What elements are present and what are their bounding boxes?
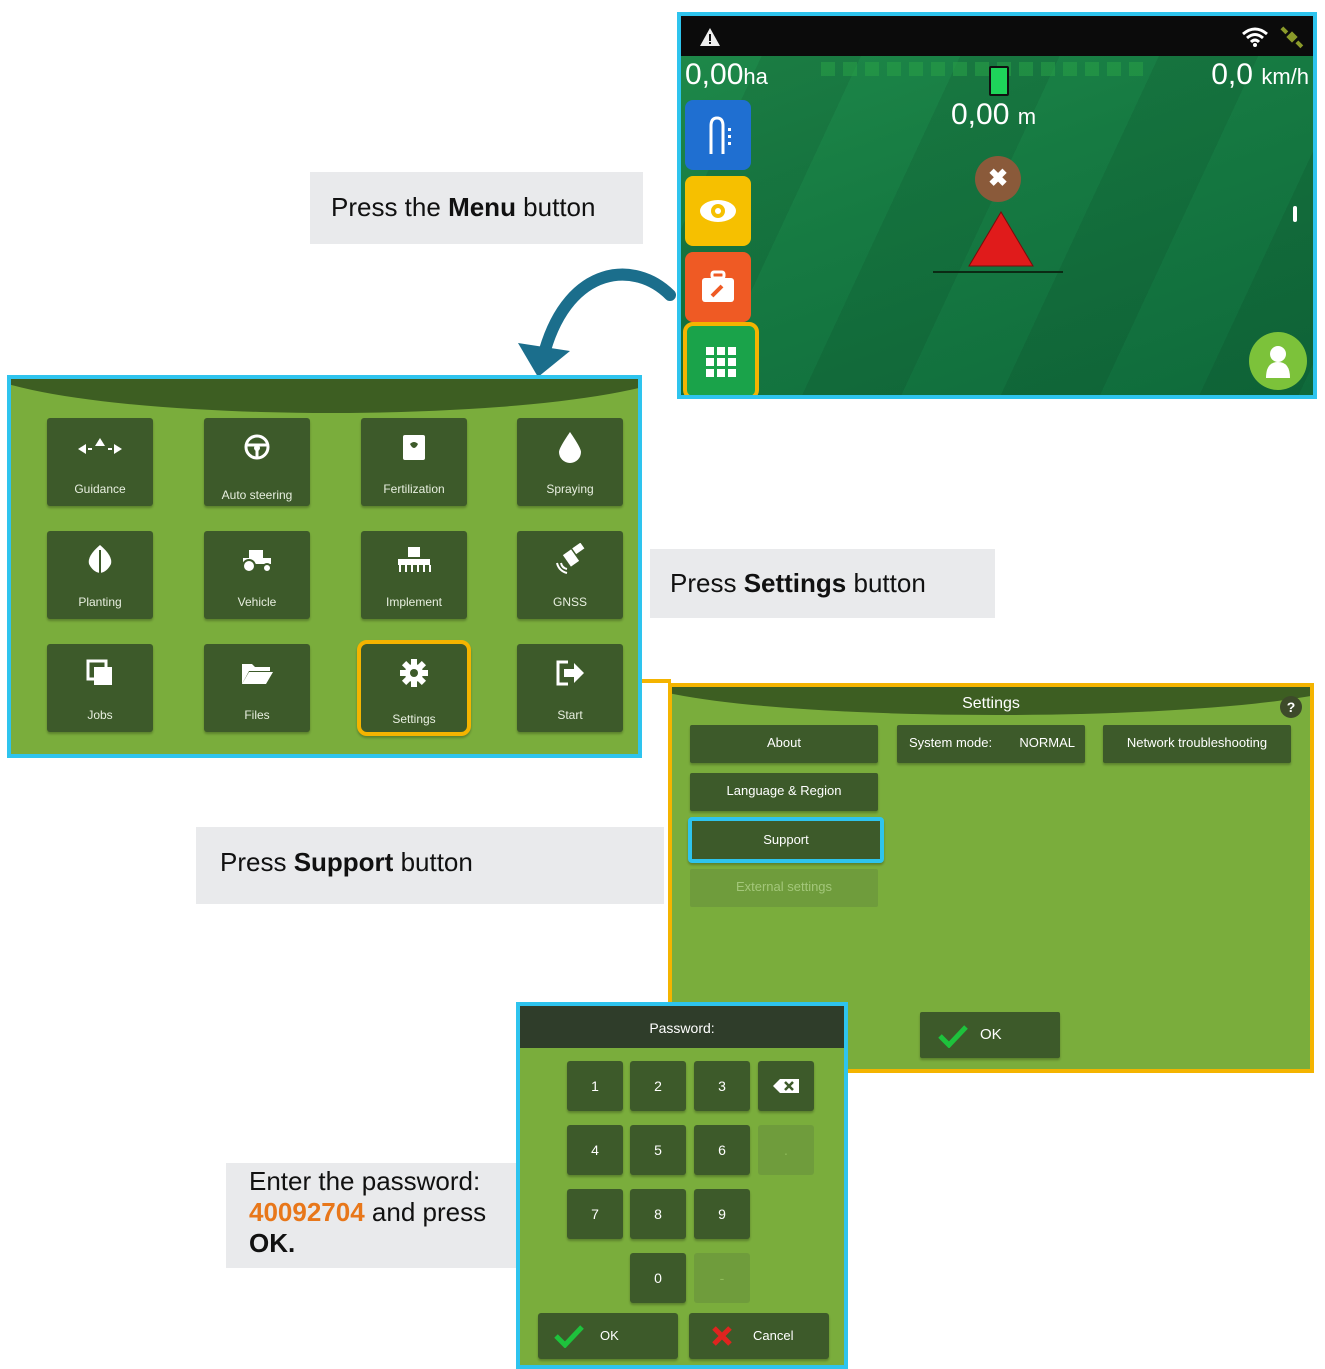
password-cancel-button[interactable]: Cancel [689,1313,829,1359]
menu-tile-start[interactable]: Start [517,644,623,732]
folder-icon [242,664,273,684]
steering-wheel-icon [244,434,270,460]
cross-icon [712,1326,732,1346]
satellite-icon [556,543,585,574]
callout-password: Enter the password: 40092704 and press O… [226,1163,518,1268]
key-3[interactable]: 3 [694,1061,750,1111]
guidance-line [933,271,1063,273]
distance-readout: 0,00 m [951,98,1037,131]
menu-tile-vehicle[interactable]: Vehicle [204,531,310,619]
key-6[interactable]: 6 [694,1125,750,1175]
backspace-key[interactable] [758,1061,814,1111]
curved-arrow-icon [518,268,676,377]
warning-icon[interactable] [699,27,721,47]
speed-readout: 0,0 km/h [1211,58,1309,91]
key-5[interactable]: 5 [630,1125,686,1175]
callout-menu: Press the Menu button [310,172,643,244]
menu-tile-gnss[interactable]: GNSS [517,531,623,619]
menu-button[interactable] [683,322,759,395]
callout-support: Press Support button [196,827,664,904]
grid-icon [706,347,736,377]
tools-button[interactable] [685,252,751,322]
about-button[interactable]: About [690,725,878,763]
guidance-arrows-icon [78,438,122,454]
satellite-status-icon [1280,26,1304,49]
jobs-icon [86,659,112,685]
tractor-icon [242,550,272,573]
guidance-screen: 0,00ha 0,0 km/h 0,00 m ✖ [677,12,1317,399]
exit-icon [556,660,584,686]
fertilizer-bag-icon [403,435,425,460]
menu-tile-spraying[interactable]: Spraying [517,418,623,506]
user-button[interactable] [1249,332,1307,390]
external-settings-button: External settings [690,869,878,907]
support-button[interactable]: Support [688,817,884,863]
status-bar [681,16,1313,56]
key-7[interactable]: 7 [567,1189,623,1239]
vehicle-marker-icon [968,211,1034,267]
menu-tile-planting[interactable]: Planting [47,531,153,619]
lightbar [821,62,1151,76]
password-ok-button[interactable]: OK [538,1313,678,1359]
menu-header-arc [11,379,638,413]
area-readout: 0,00ha [685,58,768,91]
lightbar-center [989,66,1009,96]
password-title: Password: [649,1020,715,1036]
menu-tile-files[interactable]: Files [204,644,310,732]
key-8[interactable]: 8 [630,1189,686,1239]
backspace-icon [773,1079,799,1093]
key-0[interactable]: 0 [630,1253,686,1303]
wifi-icon [1242,27,1268,47]
menu-tile-jobs[interactable]: Jobs [47,644,153,732]
menu-tile-auto-steering[interactable]: Auto steering [204,418,310,506]
key-minus: - [694,1253,750,1303]
menu-tile-guidance[interactable]: Guidance [47,418,153,506]
user-icon [1266,346,1290,378]
settings-ok-button[interactable]: OK [920,1012,1060,1058]
implement-icon [398,547,431,572]
clear-button[interactable]: ✖ [975,156,1021,202]
key-dot: . [758,1125,814,1175]
key-1[interactable]: 1 [567,1061,623,1111]
gear-icon [400,659,428,687]
menu-tile-fertilization[interactable]: Fertilization [361,418,467,506]
language-region-button[interactable]: Language & Region [690,773,878,811]
password-code: 40092704 [249,1197,365,1227]
toolbox-icon [702,270,734,302]
network-troubleshooting-button[interactable]: Network troubleshooting [1103,725,1291,763]
key-2[interactable]: 2 [630,1061,686,1111]
u-turn-icon [709,116,731,154]
view-button[interactable] [685,176,751,246]
settings-title: Settings [962,695,1020,712]
main-menu-panel: Guidance Auto steering Fertilization Spr… [7,375,642,758]
callout-settings: Press Settings button [650,549,995,618]
checkmark-icon [938,1025,968,1048]
eye-icon [700,200,736,222]
edge-marker [1293,206,1297,222]
menu-tile-settings[interactable]: Settings [357,640,471,736]
checkmark-icon [554,1325,584,1348]
help-button[interactable]: ? [1280,696,1302,718]
key-4[interactable]: 4 [567,1125,623,1175]
leaf-icon [88,545,112,575]
key-9[interactable]: 9 [694,1189,750,1239]
guidance-lines-button[interactable] [685,100,751,170]
droplet-icon [559,432,581,463]
menu-tile-implement[interactable]: Implement [361,531,467,619]
system-mode-button[interactable]: System mode: NORMAL [897,725,1085,763]
password-dialog: Password: 1 2 3 4 5 6 . 7 8 9 0 - OK Can… [516,1002,848,1369]
